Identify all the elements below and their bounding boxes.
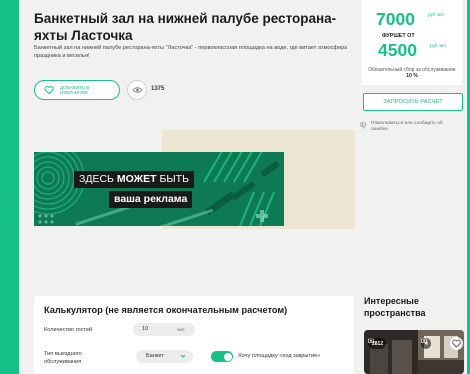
- listing-description: Банкетный зал на нижней палубе ресторана…: [34, 45, 348, 59]
- heart-icon: [44, 86, 54, 95]
- ad-banner[interactable]: [34, 152, 284, 226]
- sidebar: 7000 руб чел ФУРШЕТ ОТ 4500 руб чел Обяз…: [357, 0, 467, 374]
- camera-icon: [368, 338, 374, 343]
- camera-icon: [421, 338, 427, 343]
- request-quote-button[interactable]: ЗАПРОСИТЬ РАСЧЕТ: [363, 93, 463, 111]
- add-to-favorites-label: ДОБАВИТЬ В ИЗБРАННОЕ: [60, 84, 90, 96]
- ad-line-2: ваша реклама: [109, 191, 193, 208]
- service-type-label: Тип выездного обслуживания: [44, 351, 82, 365]
- price-furshet-unit: руб чел: [430, 43, 446, 48]
- space-photo: [364, 330, 464, 374]
- left-accent-border: [0, 0, 19, 374]
- guests-value: 10: [142, 326, 149, 332]
- price-banquet: 7000: [376, 9, 415, 29]
- card-favorite-button[interactable]: [450, 337, 463, 350]
- heart-icon: [452, 339, 461, 348]
- report-error-link[interactable]: Пожаловаться или сообщить об ошибке: [360, 121, 456, 133]
- photo-count-badge: 4: [421, 338, 431, 349]
- chevron-down-icon: [180, 354, 186, 358]
- views-counter: [127, 80, 147, 100]
- guests-unit: чел.: [177, 326, 186, 332]
- add-to-favorites-button[interactable]: ДОБАВИТЬ В ИЗБРАННОЕ: [34, 80, 120, 100]
- report-error-label: Пожаловаться или сообщить об ошибке: [371, 121, 443, 132]
- guests-label: Количество гостей: [44, 327, 93, 333]
- eye-icon: [131, 87, 143, 93]
- service-type-value: Банкет: [146, 353, 164, 359]
- ad-pattern: [34, 152, 280, 226]
- service-type-select[interactable]: Банкет: [136, 350, 193, 363]
- thumbs-down-icon: [360, 122, 367, 129]
- photo-count-badge: 2812: [368, 338, 387, 349]
- page-title: Банкетный зал на нижней палубе ресторана…: [34, 11, 337, 43]
- interesting-spaces-title: Интересные пространства: [364, 296, 426, 318]
- price-furshet: 4500: [378, 40, 417, 60]
- closure-toggle-label: Хочу площадку «под закрытие»: [238, 353, 321, 359]
- price-banquet-unit: руб чел: [428, 12, 444, 17]
- views-count: 1375: [151, 86, 165, 92]
- ad-line-1: ЗДЕСЬ МОЖЕТ БЫТЬ: [74, 171, 194, 188]
- space-card[interactable]: 2812 4: [364, 330, 464, 374]
- closure-toggle[interactable]: [211, 351, 233, 362]
- main-column: Банкетный зал на нижней палубе ресторана…: [19, 0, 357, 374]
- guests-input[interactable]: 10 чел.: [133, 323, 195, 336]
- price-card: 7000 руб чел ФУРШЕТ ОТ 4500 руб чел Обяз…: [362, 0, 462, 85]
- calculator-panel: Калькулятор (не является окончательным р…: [34, 296, 354, 374]
- calculator-title: Калькулятор (не является окончательным р…: [44, 305, 288, 315]
- furshet-label: ФУРШЕТ ОТ: [382, 33, 415, 39]
- service-fee: Обязательный сбор за обслуживание 10 %: [368, 67, 456, 79]
